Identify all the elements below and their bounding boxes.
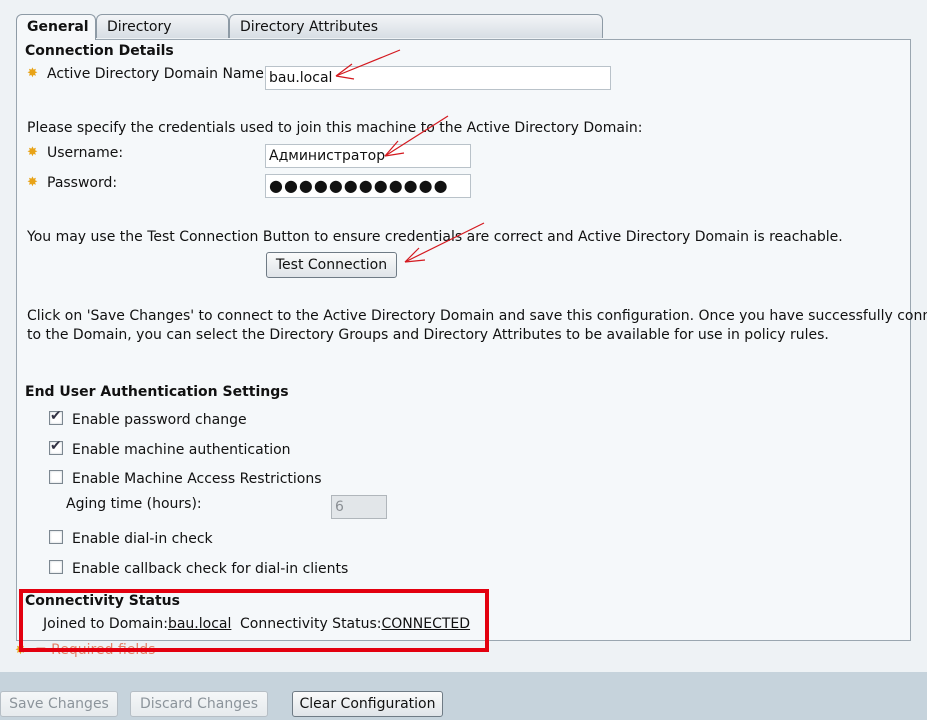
checkmark-icon: ✔: [50, 438, 62, 454]
password-input[interactable]: ●●●●●●●●●●●●: [265, 174, 471, 198]
required-icon: [27, 145, 39, 160]
domain-name-input[interactable]: bau.local: [265, 66, 611, 90]
domain-name-label: Active Directory Domain Name:: [47, 66, 269, 82]
connectivity-highlight-box: [19, 589, 489, 652]
machine-access-restrictions-label: Enable Machine Access Restrictions: [72, 471, 322, 487]
aging-time-label: Aging time (hours):: [66, 496, 202, 512]
checkmark-icon: ✔: [50, 408, 62, 424]
tab-directory-attributes[interactable]: Directory Attributes: [229, 14, 603, 38]
machine-access-restrictions-checkbox[interactable]: [49, 470, 63, 484]
save-changes-button[interactable]: Save Changes: [0, 691, 118, 717]
auth-settings-heading: End User Authentication Settings: [25, 384, 289, 400]
connection-details-heading: Connection Details: [25, 43, 174, 59]
tab-general[interactable]: General: [16, 14, 96, 40]
username-input[interactable]: Администратор: [265, 144, 471, 168]
test-connection-button[interactable]: Test Connection: [266, 252, 397, 278]
machine-auth-checkbox[interactable]: ✔: [49, 438, 63, 455]
test-connection-instructions: You may use the Test Connection Button t…: [27, 229, 843, 245]
required-icon: [27, 175, 39, 190]
password-label: Password:: [47, 175, 118, 191]
required-icon: [27, 66, 39, 81]
save-info-line-1: Click on 'Save Changes' to connect to th…: [27, 308, 927, 324]
password-change-label: Enable password change: [72, 412, 247, 428]
password-change-checkbox[interactable]: ✔: [49, 408, 63, 425]
dial-in-check-label: Enable dial-in check: [72, 531, 213, 547]
machine-auth-label: Enable machine authentication: [72, 442, 291, 458]
discard-changes-button[interactable]: Discard Changes: [130, 691, 268, 717]
tab-directory-groups[interactable]: Directory Groups: [96, 14, 229, 59]
clear-configuration-button[interactable]: Clear Configuration: [292, 691, 443, 717]
save-info-line-2: to the Domain, you can select the Direct…: [27, 327, 829, 343]
username-label: Username:: [47, 145, 124, 161]
application-window: General Directory Groups Directory Attri…: [0, 0, 927, 720]
aging-time-input[interactable]: 6: [331, 495, 387, 519]
dial-in-check-checkbox[interactable]: [49, 530, 63, 544]
credentials-instructions: Please specify the credentials used to j…: [27, 120, 643, 136]
callback-check-checkbox[interactable]: [49, 560, 63, 574]
callback-check-label: Enable callback check for dial-in client…: [72, 561, 349, 577]
